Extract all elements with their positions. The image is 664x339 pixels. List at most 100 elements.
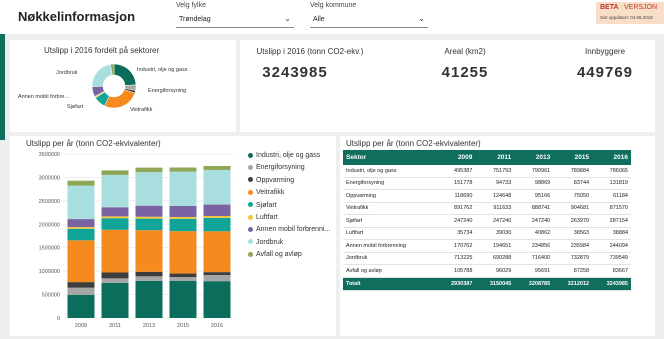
column-header-sektor[interactable]: Sektor [343,150,437,165]
bar-segment[interactable] [135,205,163,217]
donut-label-annen: Annen mobil forbre... [18,94,70,100]
donut-title: Utslipp i 2016 fordelt på sektorer [44,46,160,55]
municipality-select[interactable]: Alle ⌄ [310,14,428,28]
table-cell: 732879 [553,252,593,265]
bar-segment[interactable] [101,216,129,219]
bar-segment[interactable] [203,231,231,273]
bar-segment[interactable] [101,282,129,318]
bar-segment[interactable] [135,218,163,231]
y-tick-label: 1000000 [39,269,60,275]
bar-segment[interactable] [101,229,129,273]
bar-segment[interactable] [169,171,197,206]
municipality-label: Velg kommune [310,2,357,9]
bar-segment[interactable] [67,228,95,241]
bar-segment[interactable] [101,218,129,230]
legend-item[interactable]: Veitrafikk [248,189,284,196]
table-total-row: Totalt 2930387 3150045 3208785 3212012 324398… [343,277,631,291]
bar-segment[interactable] [169,218,197,232]
bar-segment[interactable] [135,167,163,173]
bar-segment[interactable] [169,205,197,217]
table-cell: 98869 [514,177,554,190]
table-cell: 234856 [514,239,554,253]
bar-segment[interactable] [135,276,163,281]
x-tick-label: 2016 [211,323,223,329]
donut-label-veitrafikk: Veitrafikk [130,107,153,113]
x-tick-label: 2015 [177,323,189,329]
column-header-2016[interactable]: 2016 [592,150,631,165]
bar-segment[interactable] [203,216,231,218]
bar-segment[interactable] [101,278,129,283]
donut-slice[interactable] [91,64,113,87]
bar-segment[interactable] [67,227,95,229]
table-cell: Luftfart [343,227,437,240]
legend-item[interactable]: Sjøfart [248,202,277,209]
bar-segment[interactable] [203,272,231,275]
table-row: Annen mobil forbrenning 170762 194651 23485… [343,239,631,253]
legend-item[interactable]: Avfall og avløp [248,251,302,258]
legend-label: Jordbruk [256,238,284,246]
table-cell: 891762 [436,202,476,215]
bar-segment[interactable] [169,277,197,281]
legend-item[interactable]: Luftfart [248,214,278,221]
column-header-2009[interactable]: 2009 [436,150,476,165]
bar-segment[interactable] [169,280,197,318]
bar-segment[interactable] [67,180,95,186]
legend-item[interactable]: Annen mobil forbrenni... [248,226,330,233]
bar-segment[interactable] [203,274,231,282]
bar-segment[interactable] [169,273,197,278]
bar-segment[interactable] [67,294,95,318]
bar-segment[interactable] [67,282,95,288]
table-cell: 235984 [553,239,593,253]
bar-segment[interactable] [169,216,197,219]
bar-segment[interactable] [169,231,197,274]
bar-segment[interactable] [101,170,129,175]
bar-segment[interactable] [169,167,197,172]
legend-item[interactable]: Energiforsyning [248,164,305,171]
bar-segment[interactable] [67,219,95,228]
bar-segment[interactable] [135,216,163,219]
y-tick-label: 3500000 [39,152,60,158]
bar-segment[interactable] [135,280,163,318]
bar-segment[interactable] [135,172,163,206]
column-header-2011[interactable]: 2011 [475,150,515,165]
legend-item[interactable]: Jordbruk [248,239,283,246]
column-header-2013[interactable]: 2013 [514,150,554,165]
legend-label: Avfall og avløp [256,251,302,259]
table-cell: 95166 [514,189,554,203]
bar-segment[interactable] [203,169,231,205]
table-cell: 871570 [592,202,631,215]
legend-item[interactable]: Oppvarming [248,177,294,184]
table-cell: Sjøfart [343,214,437,228]
bar-segment[interactable] [135,230,163,272]
beta-badge: BETA VERSJON Sist oppdatert: 04.06.2018 [596,2,664,24]
county-select[interactable]: Trøndelag ⌄ [176,14,294,28]
bar-segment[interactable] [101,174,129,208]
table-total-cell: 3208785 [514,277,554,291]
bar-segment[interactable] [67,185,95,220]
bar-segment[interactable] [101,272,129,279]
bar-segment[interactable] [203,281,231,318]
table-cell: 35734 [436,227,476,240]
table-row: Sjøfart 247240 247240 247240 263970 287154 [343,214,631,228]
table-cell: 87258 [553,264,593,278]
legend-label: Veitrafikk [256,189,285,197]
bar-segment[interactable] [67,240,95,283]
legend-item[interactable]: Industri, olje og gass [248,152,320,159]
bar-segment[interactable] [203,217,231,232]
bar-segment[interactable] [101,207,129,217]
side-accent [0,30,5,140]
table-cell: 75050 [553,189,593,203]
bar-segment[interactable] [203,165,231,170]
donut-slice[interactable] [113,63,137,86]
column-header-2015[interactable]: 2015 [553,150,593,165]
table-cell: 904681 [553,202,593,215]
table-cell: Oppvarming [343,189,437,203]
bar-segment[interactable] [135,271,163,277]
table-cell: 170762 [436,239,476,253]
donut-slice[interactable] [104,89,136,109]
top-bar: Nøkkelinformasjon Velg fylke Trøndelag ⌄… [0,0,664,34]
bar-segment[interactable] [203,204,231,217]
county-value: Trøndelag [179,16,211,23]
bar-segment[interactable] [67,287,95,295]
legend-label: Sjøfart [256,201,277,209]
